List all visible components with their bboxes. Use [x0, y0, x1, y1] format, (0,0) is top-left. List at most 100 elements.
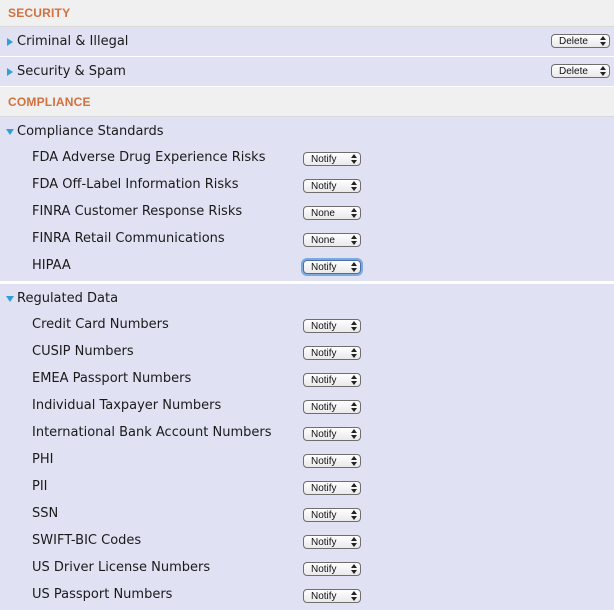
- group-header[interactable]: Compliance Standards: [0, 117, 614, 146]
- select-value: Notify: [311, 401, 337, 413]
- list-item: HIPAA Notify: [0, 254, 614, 281]
- updown-arrows-icon: [600, 36, 606, 46]
- list-item: Credit Card Numbers Notify: [0, 313, 614, 340]
- compliance-section-header: COMPLIANCE: [0, 87, 614, 117]
- notify-select[interactable]: Notify: [303, 589, 361, 603]
- notify-select[interactable]: Notify: [303, 373, 361, 387]
- triangle-down-icon[interactable]: [6, 294, 14, 304]
- item-label: FINRA Customer Response Risks: [32, 204, 243, 219]
- security-row-spam[interactable]: Security & Spam Delete: [0, 57, 614, 87]
- action-select[interactable]: Delete: [551, 34, 610, 48]
- list-item: FDA Off-Label Information Risks Notify: [0, 173, 614, 200]
- triangle-down-icon[interactable]: [6, 127, 14, 137]
- notify-select[interactable]: Notify: [303, 400, 361, 414]
- updown-arrows-icon: [351, 348, 357, 358]
- item-label: SSN: [32, 506, 59, 521]
- updown-arrows-icon: [351, 537, 357, 547]
- list-item: PII Notify: [0, 475, 614, 502]
- updown-arrows-icon: [351, 181, 357, 191]
- select-value: Notify: [311, 261, 337, 273]
- list-item: Individual Taxpayer Numbers Notify: [0, 394, 614, 421]
- item-label: FINRA Retail Communications: [32, 231, 225, 246]
- updown-arrows-icon: [351, 429, 357, 439]
- notify-select[interactable]: Notify: [303, 562, 361, 576]
- group-header[interactable]: Regulated Data: [0, 284, 614, 313]
- list-item: FINRA Retail Communications None: [0, 227, 614, 254]
- notify-select[interactable]: None: [303, 233, 361, 247]
- notify-select[interactable]: Notify: [303, 535, 361, 549]
- list-item: International Bank Account Numbers Notif…: [0, 421, 614, 448]
- notify-select[interactable]: Notify: [303, 319, 361, 333]
- updown-arrows-icon: [351, 510, 357, 520]
- updown-arrows-icon: [351, 262, 357, 272]
- notify-select[interactable]: Notify: [303, 346, 361, 360]
- list-item: PHI Notify: [0, 448, 614, 475]
- row-label: Criminal & Illegal: [17, 34, 129, 49]
- select-value: Notify: [311, 536, 337, 548]
- notify-select[interactable]: Notify: [303, 152, 361, 166]
- updown-arrows-icon: [351, 375, 357, 385]
- notify-select[interactable]: None: [303, 206, 361, 220]
- select-value: Notify: [311, 153, 337, 165]
- select-value: Notify: [311, 482, 337, 494]
- notify-select[interactable]: Notify: [303, 481, 361, 495]
- list-item: CUSIP Numbers Notify: [0, 340, 614, 367]
- select-value: Notify: [311, 455, 337, 467]
- select-value: Notify: [311, 590, 337, 602]
- select-value: None: [311, 234, 335, 246]
- list-item: SWIFT-BIC Codes Notify: [0, 529, 614, 556]
- list-item: FDA Adverse Drug Experience Risks Notify: [0, 146, 614, 173]
- action-select[interactable]: Delete: [551, 64, 610, 78]
- updown-arrows-icon: [351, 402, 357, 412]
- list-item: SSN Notify: [0, 502, 614, 529]
- item-label: PII: [32, 479, 48, 494]
- updown-arrows-icon: [351, 591, 357, 601]
- item-label: EMEA Passport Numbers: [32, 371, 192, 386]
- compliance-title: COMPLIANCE: [8, 94, 91, 109]
- action-select-value: Delete: [559, 35, 588, 47]
- select-value: Notify: [311, 320, 337, 332]
- notify-select[interactable]: Notify: [303, 260, 361, 274]
- group-compliance-standards: Compliance Standards FDA Adverse Drug Ex…: [0, 117, 614, 284]
- updown-arrows-icon: [351, 564, 357, 574]
- group-title: Regulated Data: [17, 291, 119, 306]
- security-row-criminal[interactable]: Criminal & Illegal Delete: [0, 27, 614, 57]
- item-label: SWIFT-BIC Codes: [32, 533, 142, 548]
- security-section-header: SECURITY: [0, 0, 614, 27]
- updown-arrows-icon: [351, 208, 357, 218]
- select-value: None: [311, 207, 335, 219]
- triangle-right-icon[interactable]: [6, 67, 14, 77]
- item-label: PHI: [32, 452, 54, 467]
- updown-arrows-icon: [351, 154, 357, 164]
- item-label: FDA Adverse Drug Experience Risks: [32, 150, 266, 165]
- group-title: Compliance Standards: [17, 124, 164, 139]
- security-title: SECURITY: [8, 6, 71, 20]
- select-value: Notify: [311, 563, 337, 575]
- item-label: Individual Taxpayer Numbers: [32, 398, 222, 413]
- updown-arrows-icon: [351, 235, 357, 245]
- row-label: Security & Spam: [17, 64, 126, 79]
- list-item: FINRA Customer Response Risks None: [0, 200, 614, 227]
- updown-arrows-icon: [351, 483, 357, 493]
- select-value: Notify: [311, 347, 337, 359]
- select-value: Notify: [311, 374, 337, 386]
- list-item: EMEA Passport Numbers Notify: [0, 367, 614, 394]
- action-select-value: Delete: [559, 65, 588, 77]
- select-value: Notify: [311, 180, 337, 192]
- notify-select[interactable]: Notify: [303, 179, 361, 193]
- updown-arrows-icon: [351, 456, 357, 466]
- notify-select[interactable]: Notify: [303, 508, 361, 522]
- item-label: International Bank Account Numbers: [32, 425, 272, 440]
- updown-arrows-icon: [351, 321, 357, 331]
- item-label: Credit Card Numbers: [32, 317, 169, 332]
- notify-select[interactable]: Notify: [303, 427, 361, 441]
- item-label: US Driver License Numbers: [32, 560, 211, 575]
- list-item: US Driver License Numbers Notify: [0, 556, 614, 583]
- updown-arrows-icon: [600, 66, 606, 76]
- item-label: FDA Off-Label Information Risks: [32, 177, 239, 192]
- triangle-right-icon[interactable]: [6, 37, 14, 47]
- notify-select[interactable]: Notify: [303, 454, 361, 468]
- item-label: CUSIP Numbers: [32, 344, 134, 359]
- item-label: US Passport Numbers: [32, 587, 173, 602]
- item-label: HIPAA: [32, 258, 71, 273]
